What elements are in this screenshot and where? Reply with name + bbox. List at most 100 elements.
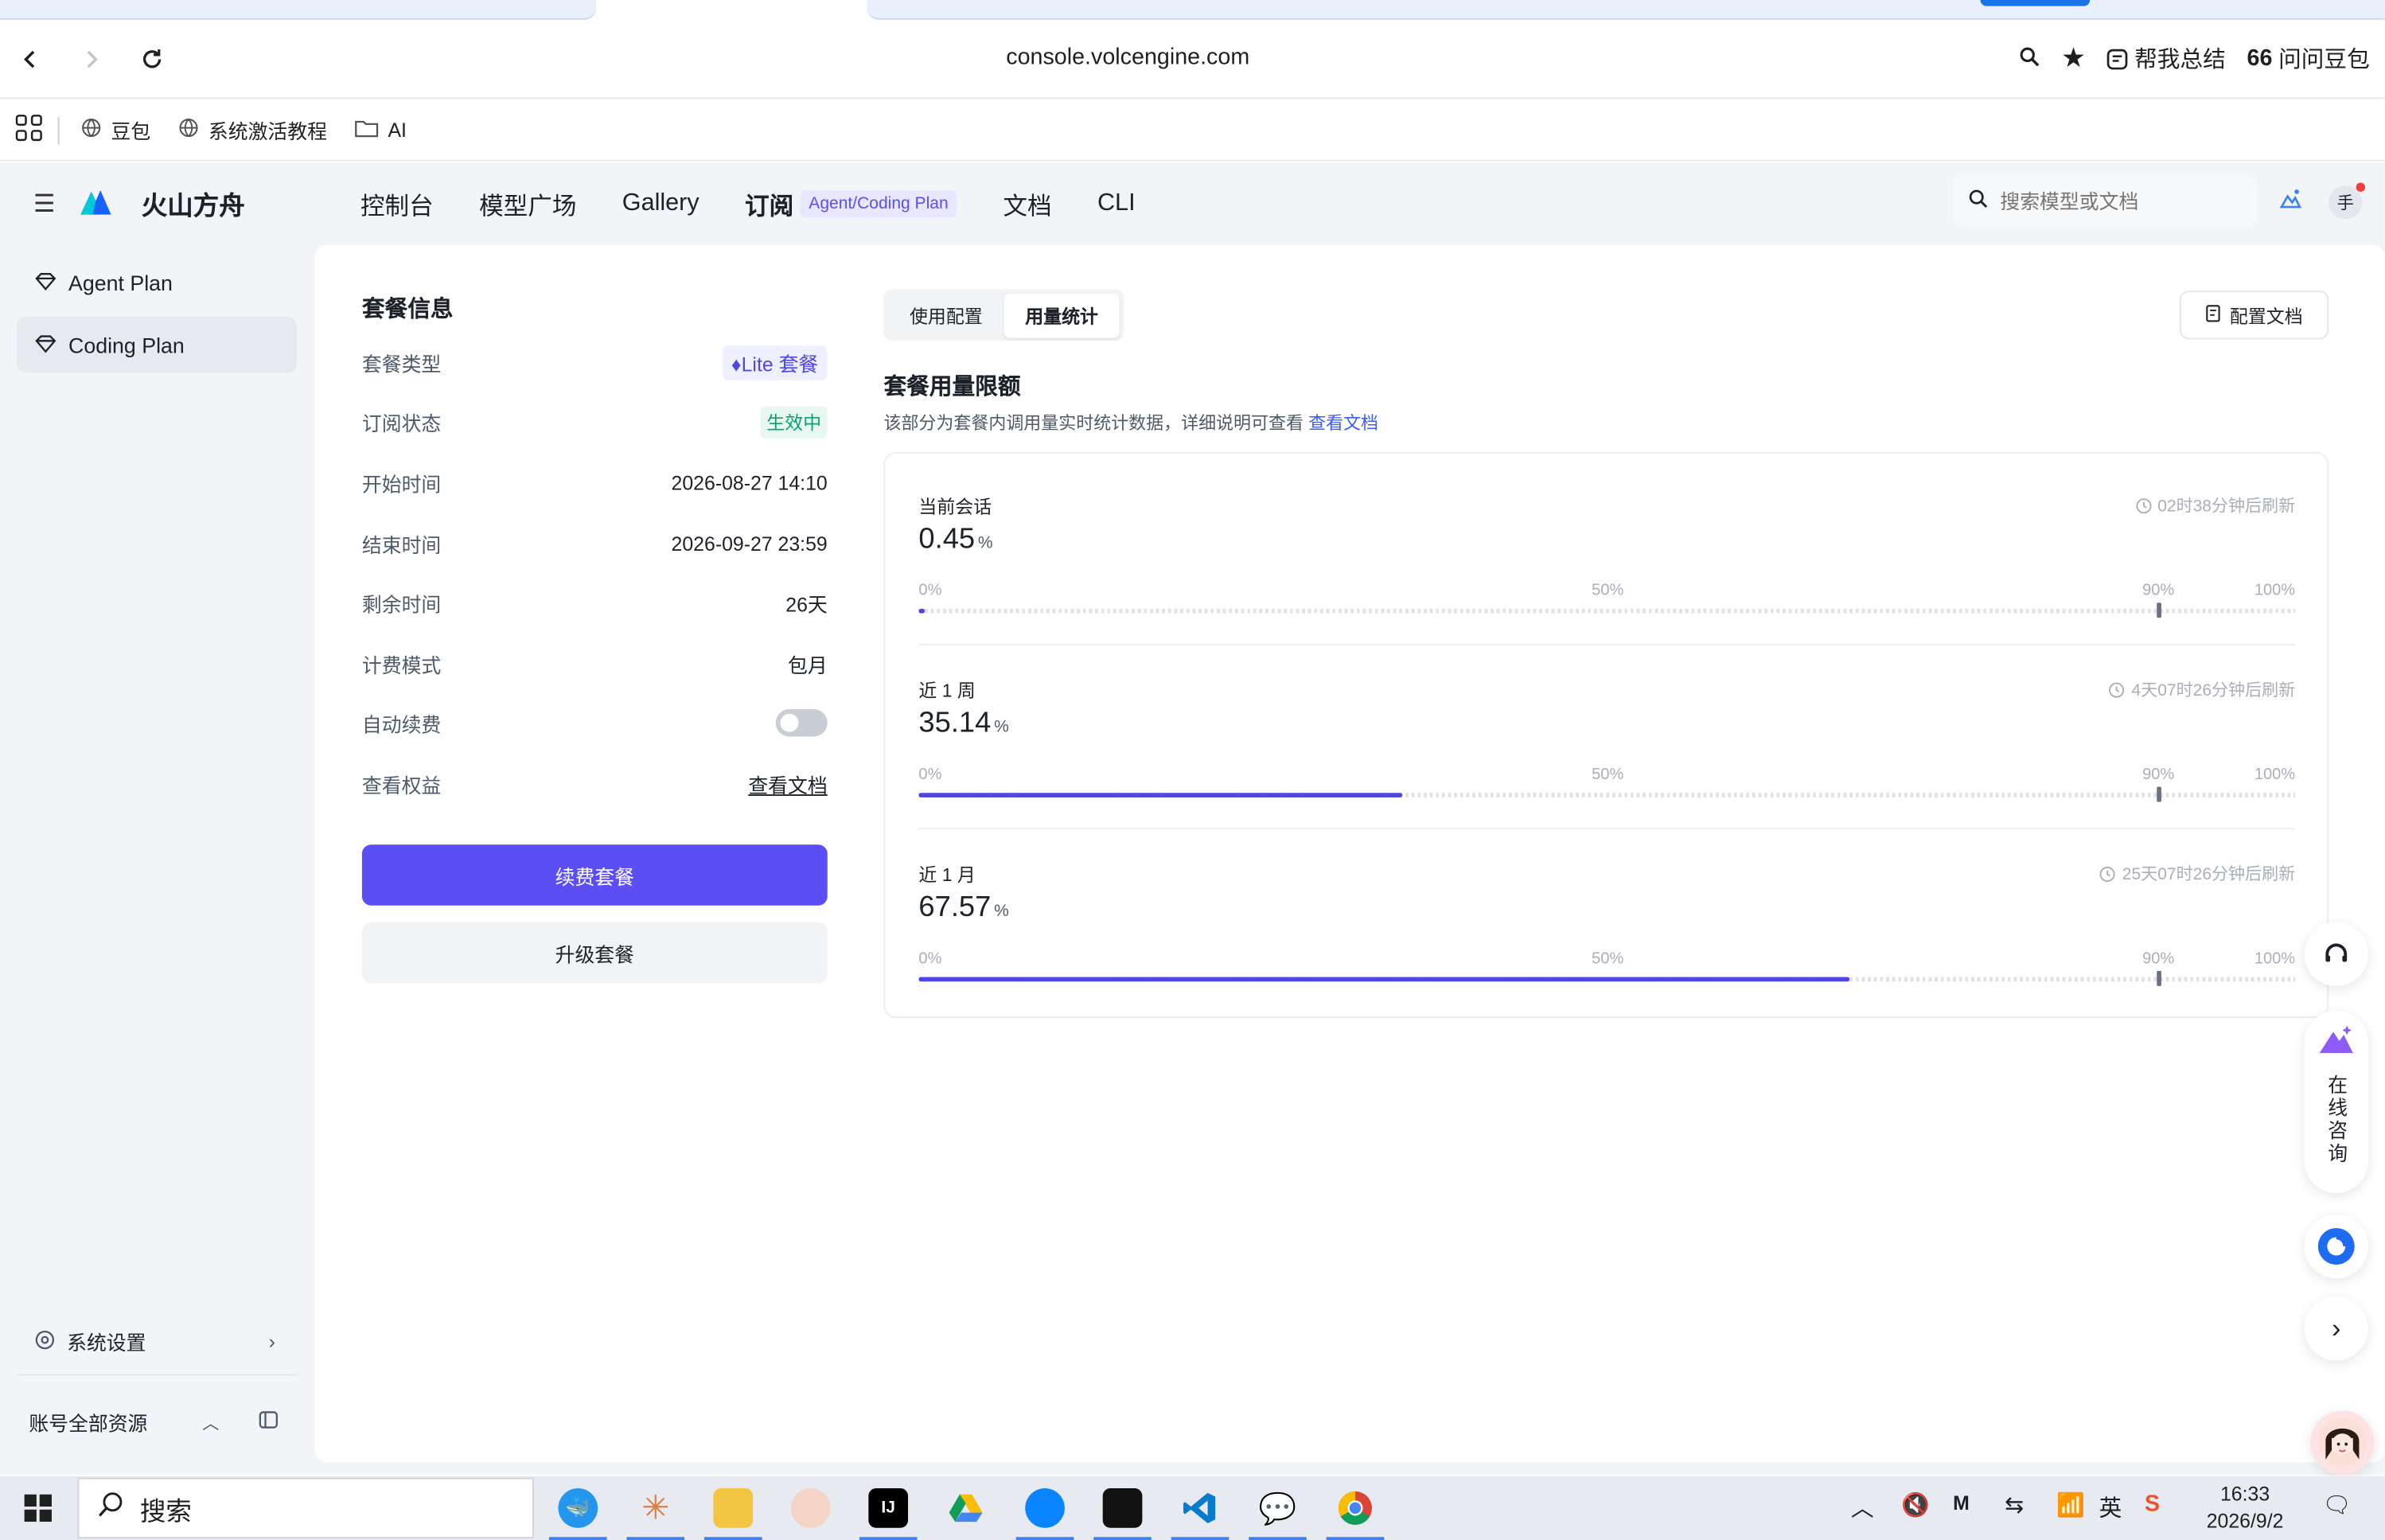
axis-tick-label: 50% (1592, 581, 1624, 600)
file-explorer-icon[interactable] (703, 1488, 762, 1540)
feedback-icon[interactable] (2278, 187, 2303, 216)
usage-value: 0.45% (918, 524, 992, 557)
renew-button[interactable]: 续费套餐 (361, 844, 828, 906)
assistant-avatar-icon (2317, 1418, 2367, 1468)
sidebar-item-agent-plan[interactable]: Agent Plan (17, 254, 297, 310)
terminal-icon[interactable] (1093, 1488, 1152, 1540)
clock-time: 16:33 (2219, 1482, 2270, 1506)
plan-type-value: Lite 套餐 (741, 352, 819, 376)
chevron-up-icon[interactable]: ︿ (1851, 1491, 1874, 1523)
url-field[interactable]: console.volcengine.com (0, 44, 2255, 70)
search-icon (1968, 189, 1988, 213)
sidebar-item-coding-plan[interactable]: Coding Plan (17, 316, 297, 373)
wechat-icon[interactable]: 💬 (1249, 1488, 1307, 1540)
summarize-label: 帮我总结 (2134, 47, 2226, 73)
ime-icon[interactable]: M (1953, 1491, 1970, 1515)
refresh-text: 25天07时26分钟后刷新 (2122, 865, 2296, 884)
notification-icon[interactable]: 🗨 (2323, 1491, 2352, 1519)
online-consult-button[interactable]: 在线咨询 (2304, 1010, 2368, 1194)
avatar[interactable]: 手 (2328, 182, 2366, 220)
menu-icon[interactable]: ☰ (33, 189, 55, 219)
info-value: 2026-08-27 14:10 (671, 470, 828, 494)
config-docs-button[interactable]: 配置文档 (2179, 290, 2329, 340)
windows-start-icon[interactable] (24, 1494, 52, 1530)
google-drive-icon[interactable] (946, 1488, 986, 1528)
ask-doubao-button[interactable]: 66 问问豆包 (2247, 43, 2370, 75)
usage-unit: % (994, 718, 1009, 737)
nav-docs[interactable]: 文档 (1003, 185, 1051, 222)
axis-tick-label: 0% (918, 581, 942, 600)
quota-panel: 当前会话 02时38分钟后刷新 0.45% 0% 50% 90% 100% 近 1 周 4天07… (883, 451, 2329, 1019)
system-settings[interactable]: 系统设置 › (17, 1327, 297, 1355)
threshold-marker (2156, 970, 2161, 987)
zoom-icon[interactable] (2019, 45, 2040, 72)
usage-value: 67.57% (918, 891, 1008, 925)
nav-subscribe[interactable]: 订阅 (745, 185, 793, 222)
info-row-auto-renew: 自动续费 (362, 708, 828, 738)
search-icon (97, 1491, 124, 1526)
browser-tab[interactable] (867, 0, 2385, 20)
wifi-icon[interactable]: 📶 (2056, 1491, 2085, 1519)
chrome-icon[interactable] (1326, 1488, 1385, 1540)
bookmark-item[interactable]: 豆包 (80, 115, 150, 144)
vscode-icon[interactable] (1171, 1488, 1230, 1540)
info-label: 订阅状态 (361, 411, 442, 435)
chevron-up-icon[interactable]: ︿ (202, 1410, 219, 1435)
intellij-icon[interactable]: IJ (859, 1488, 918, 1540)
nav-cli[interactable]: CLI (1097, 190, 1136, 217)
language-icon[interactable]: 英 (2099, 1491, 2122, 1523)
apps-grid-icon[interactable] (15, 114, 42, 146)
sliders-icon[interactable]: ⇆ (2005, 1491, 2024, 1519)
notification-dot (2356, 182, 2366, 192)
claude-app-icon[interactable]: ✳ (626, 1488, 685, 1540)
view-docs-link[interactable]: 查看文档 (748, 770, 827, 798)
bookmark-star-icon[interactable]: ★ (2061, 43, 2086, 75)
quota-docs-link[interactable]: 查看文档 (1308, 415, 1378, 434)
auto-renew-toggle[interactable] (775, 709, 828, 737)
account-resources[interactable]: 账号全部资源 ︿ (17, 1408, 297, 1437)
nav-console[interactable]: 控制台 (360, 185, 434, 222)
bookmark-item[interactable]: 系统激活教程 (178, 115, 327, 144)
usage-period-label: 近 1 周 (918, 680, 976, 702)
info-row-benefits: 查看权益 查看文档 (362, 769, 828, 799)
chat-icon (2317, 1228, 2355, 1265)
volume-muted-icon[interactable]: 🔇 (1901, 1491, 1930, 1519)
account-label: 账号全部资源 (29, 1412, 148, 1436)
tab-usage-stats[interactable]: 用量统计 (1003, 293, 1120, 337)
taskbar-search[interactable]: 搜索 (77, 1477, 534, 1539)
avatar-app-icon[interactable] (790, 1488, 831, 1528)
sogou-icon[interactable]: S (2145, 1491, 2160, 1518)
expand-button[interactable]: › (2304, 1296, 2368, 1361)
axis-tick-label: 100% (2254, 949, 2296, 969)
refresh-text: 4天07时26分钟后刷新 (2131, 681, 2296, 700)
mountain-assistant-icon (2319, 1025, 2353, 1054)
axis-tick-label: 90% (2142, 949, 2175, 969)
avatar-text: 手 (2336, 194, 2354, 213)
search-input[interactable] (2000, 189, 2229, 212)
usage-unit: % (994, 902, 1009, 921)
clock-icon (2109, 681, 2125, 697)
browser-tab[interactable] (0, 0, 597, 20)
nav-gallery[interactable]: Gallery (622, 190, 700, 217)
chat-app-icon[interactable] (1015, 1488, 1074, 1540)
nav-models[interactable]: 模型广场 (479, 185, 576, 222)
assistant-avatar[interactable] (2310, 1410, 2375, 1475)
bookmark-folder[interactable]: AI (354, 117, 407, 143)
panel-toggle-icon[interactable] (259, 1411, 279, 1434)
plan-info-title: 套餐信息 (361, 296, 454, 323)
support-headset-button[interactable] (2304, 922, 2368, 987)
quote-icon: 66 (2247, 45, 2273, 72)
axis-tick-label: 90% (2142, 765, 2175, 784)
docker-app-icon[interactable]: 🐳 (548, 1488, 607, 1540)
system-clock[interactable]: 16:33 2026/9/2 (2190, 1480, 2300, 1535)
usage-track (918, 608, 2296, 614)
summarize-button[interactable]: 帮我总结 (2107, 43, 2226, 75)
usage-period-label: 近 1 月 (918, 864, 976, 886)
bookmark-label: AI (388, 119, 407, 142)
diamond-icon: ♦ (731, 352, 742, 376)
tab-usage-config[interactable]: 使用配置 (888, 293, 1003, 337)
global-search[interactable] (1953, 174, 2258, 227)
info-value: 2026-09-27 23:59 (671, 532, 828, 555)
chat-bubble-button[interactable] (2304, 1214, 2368, 1279)
upgrade-button[interactable]: 升级套餐 (361, 922, 828, 984)
